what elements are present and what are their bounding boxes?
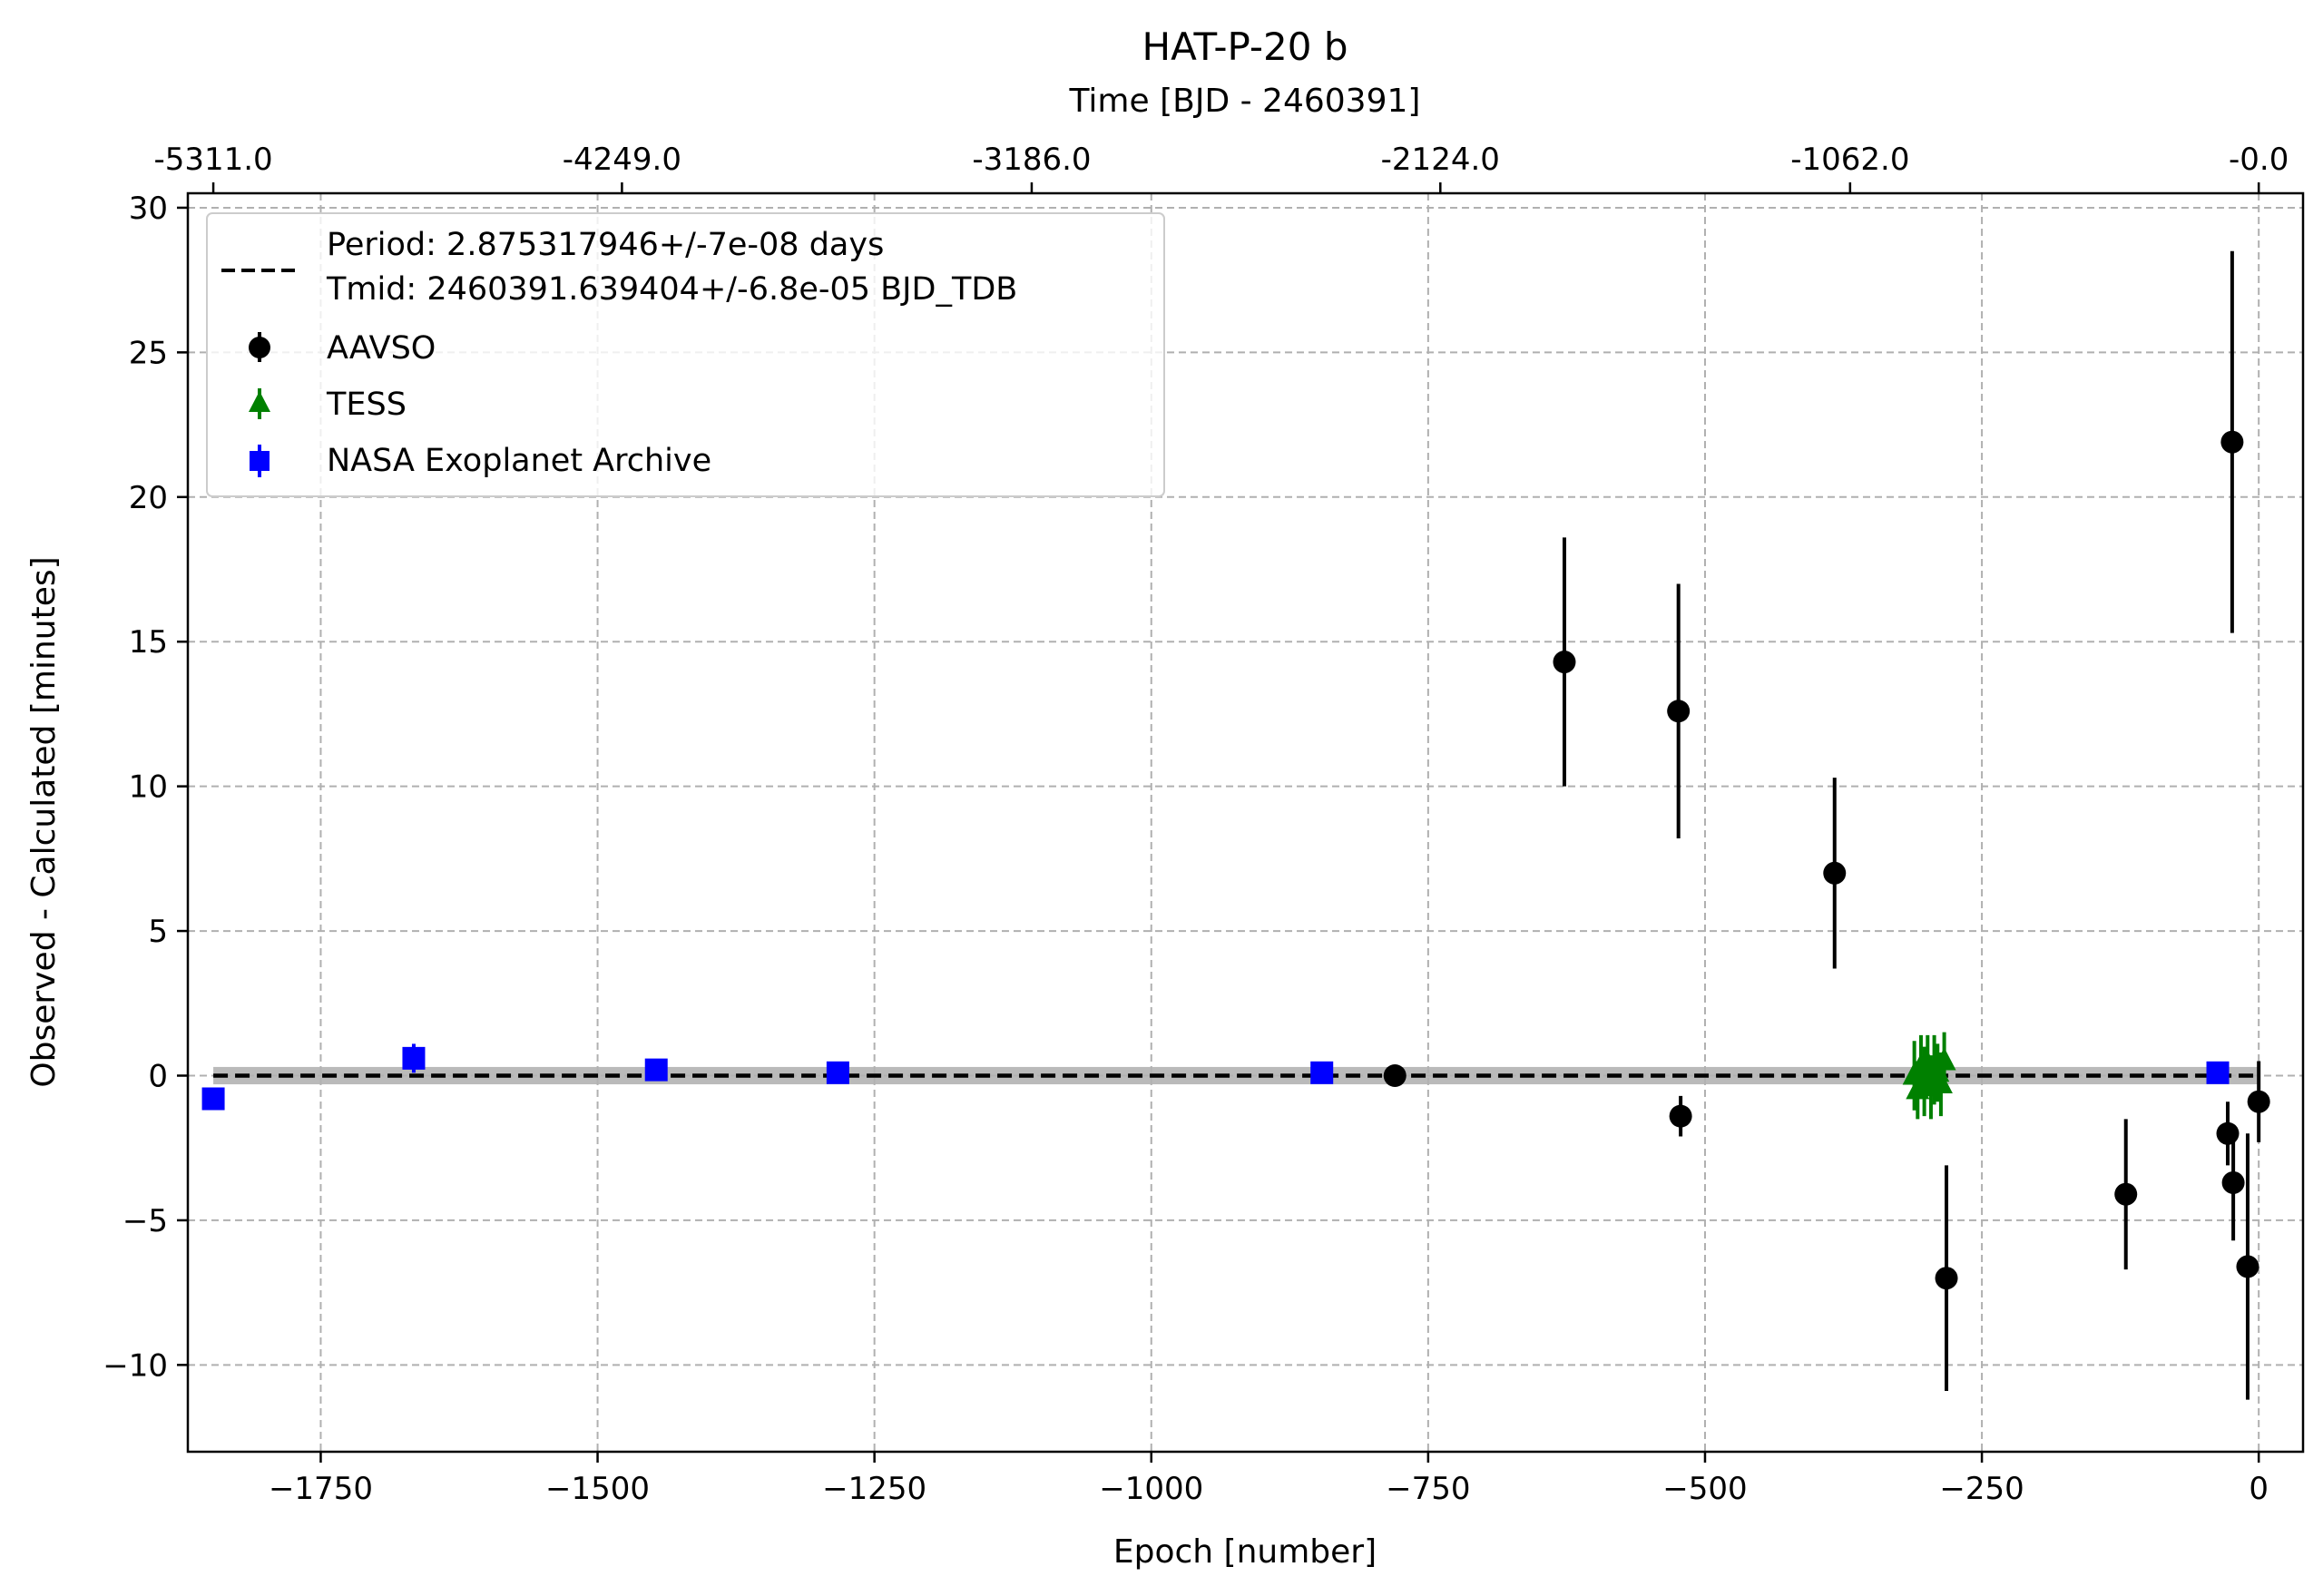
data-point — [2236, 1255, 2259, 1278]
top-axis-title: Time [BJD - 2460391] — [1069, 83, 1421, 120]
y-tick-label: 15 — [129, 624, 168, 661]
data-point — [2206, 1061, 2230, 1084]
x-tick-label: 0 — [2249, 1471, 2269, 1507]
legend-tess-label: TESS — [326, 387, 407, 423]
x-tick-label: −1750 — [269, 1471, 373, 1507]
x-tick-label: −750 — [1386, 1471, 1470, 1507]
data-point — [2247, 1090, 2270, 1113]
y-tick-label: 10 — [129, 769, 168, 806]
legend: Period: 2.875317946+/-7e-08 days Tmid: 2… — [206, 212, 1165, 497]
data-point — [2220, 430, 2244, 454]
y-axis-title: Observed - Calculated [minutes] — [25, 556, 63, 1087]
y-tick-label: −10 — [103, 1347, 168, 1384]
y-tick-label: 5 — [148, 914, 168, 950]
data-point — [1823, 861, 1847, 885]
y-tick-label: 25 — [129, 335, 168, 371]
chart-title: HAT-P-20 b — [1142, 24, 1348, 69]
data-point — [1383, 1063, 1407, 1087]
top-x-tick-label: -0.0 — [2229, 142, 2289, 178]
x-tick-label: −250 — [1939, 1471, 2024, 1507]
top-x-tick-label: -2124.0 — [1381, 142, 1500, 178]
oc-chart: −1750 −1500 −1250 −1000 −750 −500 −250 0 −10 −5 0… — [0, 0, 2323, 1596]
legend-fit-label-tmid: Tmid: 2460391.639404+/-6.8e-05 BJD_TDB — [326, 271, 1017, 308]
data-point — [2221, 1170, 2245, 1194]
top-x-tick-label: -3186.0 — [972, 142, 1091, 178]
data-point — [1553, 651, 1576, 674]
x-tick-label: −1000 — [1099, 1471, 1203, 1507]
y-tick-label: 0 — [148, 1058, 168, 1094]
top-x-tick-label: -1062.0 — [1790, 142, 1909, 178]
y-tick-label: 20 — [129, 480, 168, 516]
data-point — [1669, 1104, 1692, 1128]
legend-aavso-label: AAVSO — [327, 330, 436, 367]
data-point — [1667, 700, 1691, 723]
data-point — [826, 1061, 849, 1084]
x-axis-title: Epoch [number] — [1113, 1533, 1377, 1571]
x-tick-label: −1500 — [545, 1471, 650, 1507]
x-tick-label: −1250 — [822, 1471, 926, 1507]
data-point — [402, 1046, 426, 1070]
data-point — [2216, 1121, 2240, 1145]
data-point — [201, 1087, 225, 1111]
legend-nasa-label: NASA Exoplanet Archive — [327, 443, 711, 479]
data-point — [1310, 1061, 1334, 1084]
top-x-tick-label: -5311.0 — [153, 142, 272, 178]
y-tick-label: −5 — [123, 1203, 168, 1239]
data-point — [1935, 1267, 1958, 1290]
top-x-tick-label: -4249.0 — [563, 142, 681, 178]
data-point — [2114, 1182, 2138, 1206]
data-point — [644, 1058, 668, 1082]
y-tick-label: 30 — [129, 191, 168, 227]
x-tick-label: −500 — [1662, 1471, 1747, 1507]
legend-fit-label-period: Period: 2.875317946+/-7e-08 days — [327, 227, 884, 263]
